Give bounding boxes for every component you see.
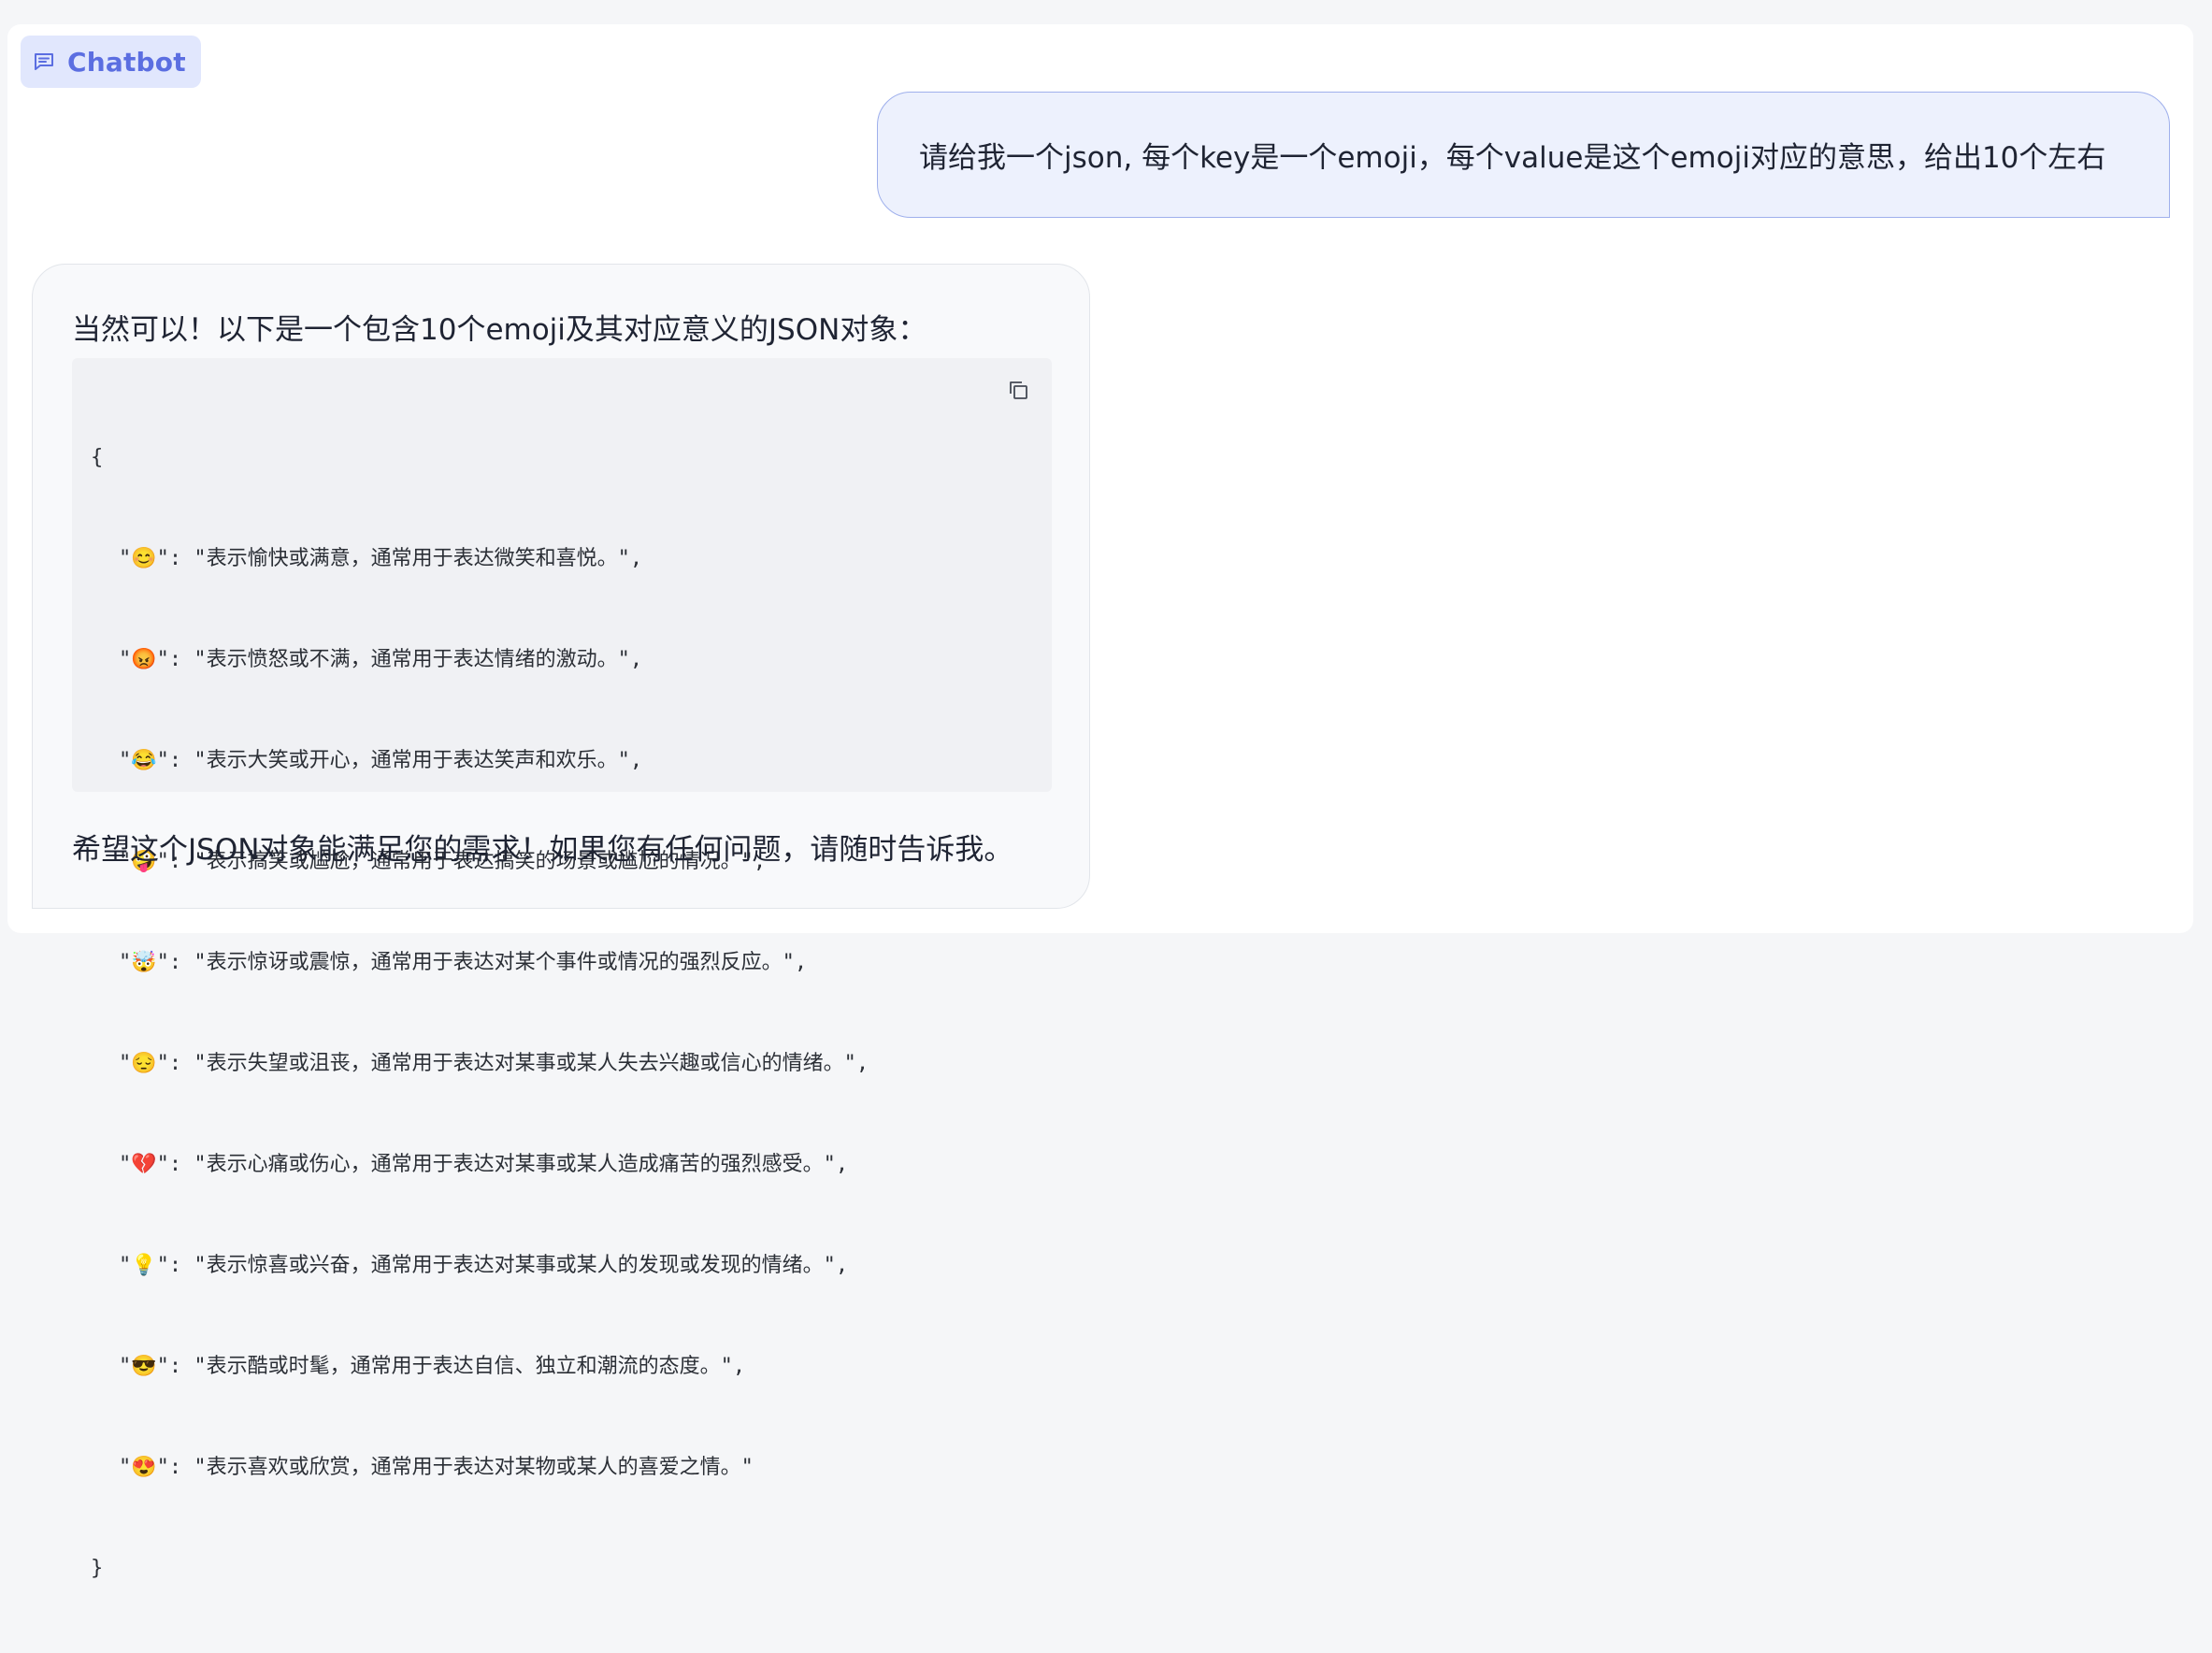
code-line-text: "😊": "表示愉快或满意，通常用于表达微笑和喜悦。", (119, 547, 643, 570)
code-block: { "😊": "表示愉快或满意，通常用于表达微笑和喜悦。", "😡": "表示愤… (72, 358, 1052, 1580)
chatbot-label-text: Chatbot (67, 46, 186, 78)
code-line-text: "🤯": "表示惊讶或震惊，通常用于表达对某个事件或情况的强烈反应。", (119, 951, 808, 974)
bot-outro-text: 希望这个JSON对象能满足您的需求！如果您有任何问题，请随时告诉我。 (72, 833, 1013, 867)
chatbot-label: Chatbot (21, 36, 201, 88)
code-line-text: "💡": "表示惊喜或兴奋，通常用于表达对某事或某人的发现或发现的情绪。", (119, 1254, 849, 1277)
user-message-text: 请给我一个json, 每个key是一个emoji，每个value是这个emoji… (919, 141, 2106, 175)
code-line-text: "😂": "表示大笑或开心，通常用于表达笑声和欢乐。", (119, 749, 643, 772)
code-line-text: "😡": "表示愤怒或不满，通常用于表达情绪的激动。", (119, 648, 643, 671)
code-line-text: "😍": "表示喜欢或欣赏，通常用于表达对某物或某人的喜爱之情。" (119, 1456, 754, 1479)
code-line: "😡": "表示愤怒或不满，通常用于表达情绪的激动。", (91, 643, 869, 677)
code-line-close: } (91, 1557, 104, 1580)
bot-intro-text: 当然可以！以下是一个包含10个emoji及其对应意义的JSON对象： (72, 313, 927, 347)
code-line-text: "😎": "表示酷或时髦，通常用于表达自信、独立和潮流的态度。", (119, 1355, 746, 1378)
code-content: { "😊": "表示愉快或满意，通常用于表达微笑和喜悦。", "😡": "表示愤… (91, 374, 869, 1653)
chat-bubble-icon (32, 50, 56, 74)
code-line-open: { (91, 446, 104, 469)
code-line: "💔": "表示心痛或伤心，通常用于表达对某事或某人造成痛苦的强烈感受。", (91, 1148, 869, 1182)
copy-button[interactable] (1003, 375, 1033, 405)
code-line: "😎": "表示酷或时髦，通常用于表达自信、独立和潮流的态度。", (91, 1350, 869, 1384)
code-line-text: "💔": "表示心痛或伤心，通常用于表达对某事或某人造成痛苦的强烈感受。", (119, 1153, 849, 1176)
code-line: "😔": "表示失望或沮丧，通常用于表达对某事或某人失去兴趣或信心的情绪。", (91, 1047, 869, 1081)
code-line: "😍": "表示喜欢或欣赏，通常用于表达对某物或某人的喜爱之情。" (91, 1451, 869, 1485)
code-line: "😊": "表示愉快或满意，通常用于表达微笑和喜悦。", (91, 542, 869, 576)
code-line: "😂": "表示大笑或开心，通常用于表达笑声和欢乐。", (91, 744, 869, 778)
user-message-bubble: 请给我一个json, 每个key是一个emoji，每个value是这个emoji… (877, 92, 2170, 218)
bot-message-bubble: 当然可以！以下是一个包含10个emoji及其对应意义的JSON对象： { "😊"… (32, 264, 1090, 1580)
copy-icon (1010, 381, 1027, 399)
code-line: "🤯": "表示惊讶或震惊，通常用于表达对某个事件或情况的强烈反应。", (91, 946, 869, 980)
code-line-text: "😔": "表示失望或沮丧，通常用于表达对某事或某人失去兴趣或信心的情绪。", (119, 1052, 869, 1075)
code-line: "💡": "表示惊喜或兴奋，通常用于表达对某事或某人的发现或发现的情绪。", (91, 1249, 869, 1283)
